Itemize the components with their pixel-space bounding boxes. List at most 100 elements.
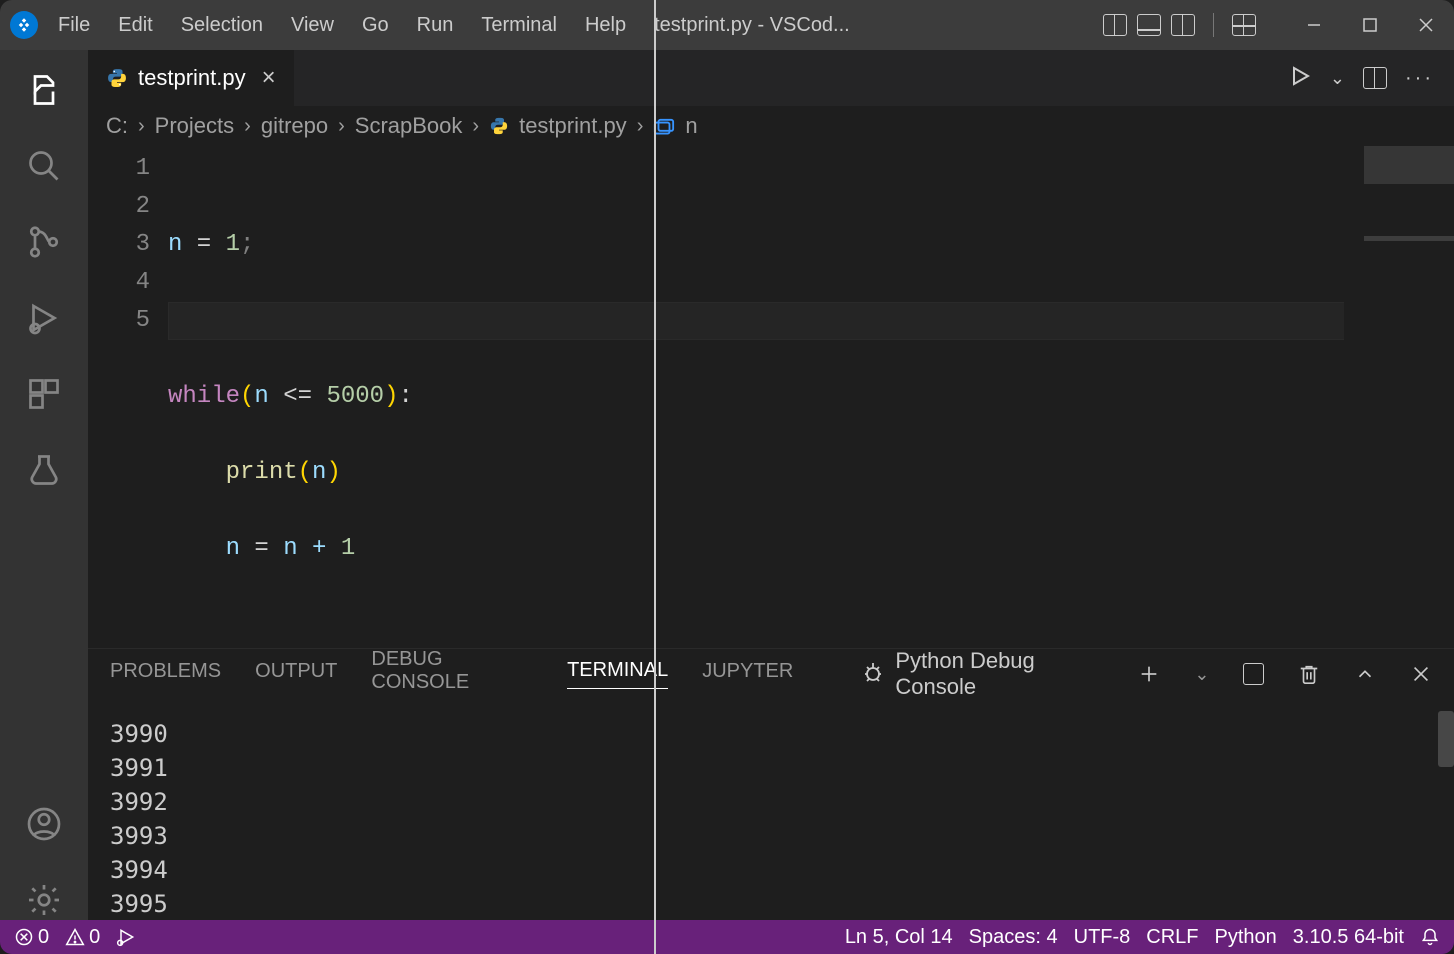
crumb[interactable]: testprint.py [519,113,627,139]
status-cursor-position[interactable]: Ln 5, Col 14 [845,926,953,949]
terminal-line: 3992 [110,785,1432,819]
editor-tabs: testprint.py × ⌄ ··· [88,50,1454,106]
chevron-right-icon: › [244,115,251,138]
line-number: 1 [88,150,150,188]
token: = [182,231,225,258]
status-errors[interactable]: 0 [14,926,49,949]
more-actions-icon[interactable]: ··· [1405,67,1434,90]
crumb[interactable]: Projects [155,113,234,139]
layout-controls [1103,0,1454,50]
panel-tab-problems[interactable]: PROBLEMS [110,660,221,689]
minimap-cursor [1364,236,1454,241]
status-eol[interactable]: CRLF [1146,926,1198,949]
vscode-window: File Edit Selection View Go Run Terminal… [0,0,1454,954]
split-editor-icon[interactable] [1363,67,1387,89]
new-terminal-icon[interactable] [1138,663,1160,685]
chevron-right-icon: › [472,115,479,138]
chevron-right-icon: › [138,115,145,138]
kill-terminal-icon[interactable] [1298,663,1320,685]
terminal-output[interactable]: 3990 3991 3992 3993 3994 3995 3996 3997 … [88,699,1454,920]
source-control-icon[interactable] [24,222,64,262]
separator [1213,13,1214,37]
run-file-icon[interactable] [1288,64,1312,93]
token: = [240,535,283,562]
run-debug-icon[interactable] [24,298,64,338]
status-indentation[interactable]: Spaces: 4 [969,926,1058,949]
status-bar: 0 0 Ln 5, Col 14 Spaces: 4 UTF-8 CRLF Py… [0,920,1454,954]
minimap-thumb[interactable] [1364,146,1454,184]
status-warnings-count: 0 [89,926,100,949]
token: n [168,231,182,258]
run-dropdown-icon[interactable]: ⌄ [1330,68,1345,89]
token: ( [240,383,254,410]
bottom-panel: PROBLEMS OUTPUT DEBUG CONSOLE TERMINAL J… [88,648,1454,920]
crumb[interactable]: n [685,113,697,139]
customize-layout-icon[interactable] [1232,14,1256,36]
terminal-scrollbar[interactable] [1438,711,1454,767]
maximize-panel-icon[interactable] [1354,663,1376,685]
debug-bug-icon [861,661,885,687]
terminal-selector[interactable]: Python Debug Console [861,648,1104,700]
settings-gear-icon[interactable] [24,880,64,920]
extensions-icon[interactable] [24,374,64,414]
menu-go[interactable]: Go [362,14,389,37]
testing-icon[interactable] [24,450,64,490]
token: 5000 [326,383,384,410]
token: n [254,383,283,410]
menu-help[interactable]: Help [585,14,626,37]
token: ; [240,231,254,258]
app-icon [10,11,38,39]
line-number: 4 [88,264,150,302]
menu-run[interactable]: Run [417,14,454,37]
status-encoding[interactable]: UTF-8 [1074,926,1131,949]
crumb[interactable]: gitrepo [261,113,328,139]
status-notifications-icon[interactable] [1420,927,1440,947]
tab-close-icon[interactable]: × [262,64,276,92]
menu-edit[interactable]: Edit [118,14,152,37]
status-warnings[interactable]: 0 [65,926,100,949]
python-file-icon [106,67,128,89]
terminal-line: 3993 [110,819,1432,853]
editor-actions: ⌄ ··· [1288,50,1454,106]
crumb[interactable]: ScrapBook [355,113,463,139]
close-panel-icon[interactable] [1410,663,1432,685]
status-python-interpreter[interactable]: 3.10.5 64-bit [1293,926,1404,949]
toggle-primary-sidebar-icon[interactable] [1103,14,1127,36]
code-content[interactable]: n = 1; while(n <= 5000): print(n) n = n … [168,146,1454,648]
toggle-secondary-sidebar-icon[interactable] [1171,14,1195,36]
accounts-icon[interactable] [24,804,64,844]
menu-terminal[interactable]: Terminal [481,14,557,37]
menu-selection[interactable]: Selection [181,14,263,37]
panel-tab-debug-console[interactable]: DEBUG CONSOLE [371,648,533,700]
crumb[interactable]: C: [106,113,128,139]
explorer-icon[interactable] [24,70,64,110]
minimap[interactable] [1344,146,1454,648]
token: <= [283,383,312,410]
workbench-body: testprint.py × ⌄ ··· C: › Projects › gitre… [0,50,1454,920]
breadcrumbs[interactable]: C:› Projects› gitrepo› ScrapBook› testpr… [88,106,1454,146]
new-terminal-dropdown-icon[interactable]: ⌄ [1194,664,1209,685]
token: 1 [341,535,355,562]
status-debug-icon[interactable] [116,927,136,947]
editor-group: testprint.py × ⌄ ··· C: › Projects › gitre… [88,50,1454,920]
editor-tab-testprint[interactable]: testprint.py × [88,50,294,106]
minimize-button[interactable] [1286,0,1342,50]
split-terminal-icon[interactable] [1243,663,1264,685]
code-editor[interactable]: 1 2 3 4 5 n = 1; while(n <= 5000): print… [88,146,1454,648]
toggle-panel-icon[interactable] [1137,14,1161,36]
line-number: 2 [88,188,150,226]
token [168,535,226,562]
menu-file[interactable]: File [58,14,90,37]
token [312,383,326,410]
status-language-mode[interactable]: Python [1215,926,1277,949]
python-file-icon [489,116,509,136]
menu-view[interactable]: View [291,14,334,37]
titlebar: File Edit Selection View Go Run Terminal… [0,0,1454,50]
panel-tab-terminal[interactable]: TERMINAL [567,659,668,689]
panel-tab-output[interactable]: OUTPUT [255,660,337,689]
search-icon[interactable] [24,146,64,186]
maximize-button[interactable] [1342,0,1398,50]
panel-tab-jupyter[interactable]: JUPYTER [702,660,793,689]
close-button[interactable] [1398,0,1454,50]
line-number: 3 [88,226,150,264]
